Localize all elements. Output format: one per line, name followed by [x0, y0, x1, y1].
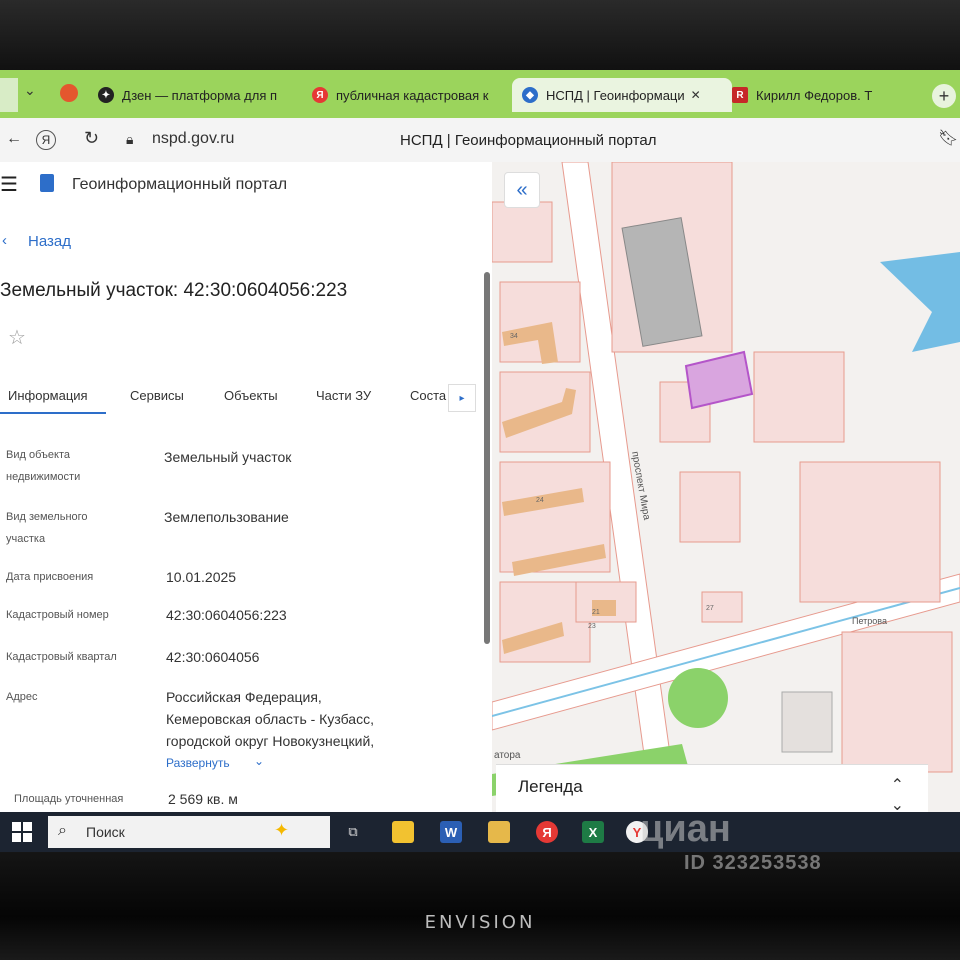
field-label: Вид земельного участка — [6, 511, 88, 545]
back-link[interactable]: Назад — [28, 233, 71, 250]
expand-collapse-icon[interactable]: ⌃ ⌄ — [891, 775, 904, 815]
dzen-icon: ✦ — [98, 87, 114, 103]
building-number: 34 — [510, 333, 518, 340]
plot — [799, 461, 941, 603]
search-label: Поиск — [86, 824, 125, 840]
legend-label: Легенда — [518, 777, 583, 796]
field-label: Кадастровый квартал — [6, 651, 117, 663]
tab-info[interactable]: Информация — [8, 388, 88, 403]
yandex-home-icon[interactable]: Я — [36, 130, 56, 150]
opera-tab-icon[interactable] — [60, 84, 78, 102]
expand-address-link[interactable]: Развернуть — [166, 756, 230, 770]
building-number: 24 — [536, 497, 544, 504]
tab-label: НСПД | Геоинформаци — [546, 87, 685, 103]
field-value-object-type: Земельный участок — [164, 449, 292, 465]
field-value-area: 2 569 кв. м — [168, 791, 238, 807]
search-icon: ⌕ — [58, 822, 67, 839]
nspd-icon: ◆ — [522, 87, 538, 103]
map-canvas[interactable]: проспект Мира Петрова атора 34 24 21 23 … — [492, 162, 960, 812]
back-chevron-icon[interactable]: ‹ — [2, 232, 7, 249]
chevron-down-icon[interactable]: ⌄ — [254, 754, 264, 768]
screen: ⌄ ✦ Дзен — платформа для п Я публичная к… — [0, 70, 960, 852]
back-arrow-icon[interactable]: ← — [6, 130, 22, 148]
field-label: Адрес — [6, 691, 38, 703]
yandex-browser-icon[interactable]: Я — [536, 821, 558, 843]
monitor-brand: ENVISION — [424, 912, 536, 933]
file-explorer-icon[interactable] — [392, 821, 414, 843]
portal-title: Геоинформационный портал — [72, 176, 288, 193]
address-bar: ← Я ↻ 🔒︎ nspd.gov.ru НСПД | Геоинформаци… — [0, 118, 960, 163]
legend-panel[interactable]: Легенда ⌃ ⌄ — [496, 764, 928, 815]
page-title: НСПД | Геоинформационный портал — [400, 132, 657, 149]
excel-icon[interactable]: X — [582, 821, 604, 843]
sparkle-icon: ✦ — [274, 820, 290, 840]
field-label: Площадь уточненная — [14, 793, 124, 805]
close-tab-icon[interactable]: ✕ — [691, 88, 701, 102]
monitor-bezel-top — [0, 0, 960, 70]
tab-services[interactable]: Сервисы — [130, 388, 184, 403]
street-label-3: атора — [494, 750, 521, 761]
lock-icon: 🔒︎ — [126, 131, 134, 147]
building-number: 23 — [588, 623, 596, 630]
word-icon[interactable]: W — [440, 821, 462, 843]
favorite-star-icon[interactable]: ☆ — [8, 325, 26, 350]
menu-icon[interactable]: ☰ — [0, 172, 18, 197]
roundabout — [668, 668, 728, 728]
selected-parcel[interactable] — [684, 350, 754, 410]
cadastral-map[interactable]: проспект Мира Петрова атора 34 24 21 23 … — [492, 162, 960, 812]
object-heading: Земельный участок: 42:30:0604056:223 — [0, 280, 348, 301]
cian-watermark: циан — [640, 808, 731, 850]
active-tab-indicator — [0, 412, 106, 414]
tab-cadastral[interactable]: Я публичная кадастровая к — [312, 78, 504, 112]
field-value-cadastral-number: 42:30:0604056:223 — [166, 607, 287, 623]
field-label: Дата присвоения — [6, 571, 94, 583]
url-text[interactable]: nspd.gov.ru — [152, 130, 234, 148]
tab-composition[interactable]: Соста — [410, 388, 446, 403]
taskbar-search[interactable]: ⌕ Поиск ✦ — [48, 816, 330, 848]
tab-dzen[interactable]: ✦ Дзен — платформа для п — [98, 78, 298, 112]
r-icon: R — [732, 87, 748, 103]
portal-logo-icon — [40, 174, 54, 192]
sidebar-scrollbar[interactable] — [484, 272, 490, 644]
reload-icon[interactable]: ↻ — [84, 128, 99, 149]
cian-watermark-id: ID 323253538 — [684, 852, 822, 874]
tab-kirill[interactable]: R Кирилл Федоров. Т — [732, 78, 928, 112]
tab-objects[interactable]: Объекты — [224, 388, 278, 403]
bookmark-icon[interactable]: 🔖︎ — [938, 128, 958, 148]
plot — [679, 471, 741, 543]
windows-start-icon[interactable] — [12, 822, 32, 842]
tab-list-chevron-icon[interactable]: ⌄ — [24, 82, 36, 99]
plot — [492, 201, 553, 263]
tabs-scroll-right-button[interactable]: ▸ — [448, 384, 476, 412]
building-number: 27 — [706, 605, 714, 612]
tab-nspd[interactable]: ◆ НСПД | Геоинформаци ✕ — [512, 78, 732, 112]
field-label: Кадастровый номер — [6, 609, 109, 621]
field-value-address: Российская Федерация, Кемеровская област… — [166, 689, 375, 749]
field-value-land-type: Землепользование — [164, 509, 289, 525]
field-value-cadastral-quarter: 42:30:0604056 — [166, 649, 260, 665]
tab-edge[interactable] — [0, 78, 18, 112]
yandex-icon: Я — [312, 87, 328, 103]
field-value-assignment-date: 10.01.2025 — [166, 569, 237, 585]
tab-label: Кирилл Федоров. Т — [756, 87, 873, 103]
building-number: 21 — [592, 609, 600, 616]
object-info-sidebar: ☰ Геоинформационный портал ‹ Назад Земел… — [0, 162, 492, 812]
water-area — [880, 252, 960, 352]
plot — [753, 351, 845, 443]
windows-taskbar: ⌕ Поиск ✦ ⧉ W Я X Y — [0, 812, 960, 852]
folder-icon[interactable] — [488, 821, 510, 843]
tab-label: Дзен — платформа для п — [122, 87, 278, 103]
tab-parts[interactable]: Части ЗУ — [316, 388, 371, 403]
building-gray — [781, 691, 833, 753]
browser-tab-bar: ⌄ ✦ Дзен — платформа для п Я публичная к… — [0, 70, 960, 118]
street-label-2: Петрова — [852, 616, 887, 626]
tab-label: публичная кадастровая к — [336, 87, 489, 103]
new-tab-button[interactable]: + — [932, 84, 956, 108]
plot — [841, 631, 953, 773]
field-label: Вид объекта недвижимости — [6, 449, 81, 483]
collapse-sidebar-button[interactable]: « — [504, 172, 540, 208]
task-view-icon[interactable]: ⧉ — [342, 821, 364, 843]
